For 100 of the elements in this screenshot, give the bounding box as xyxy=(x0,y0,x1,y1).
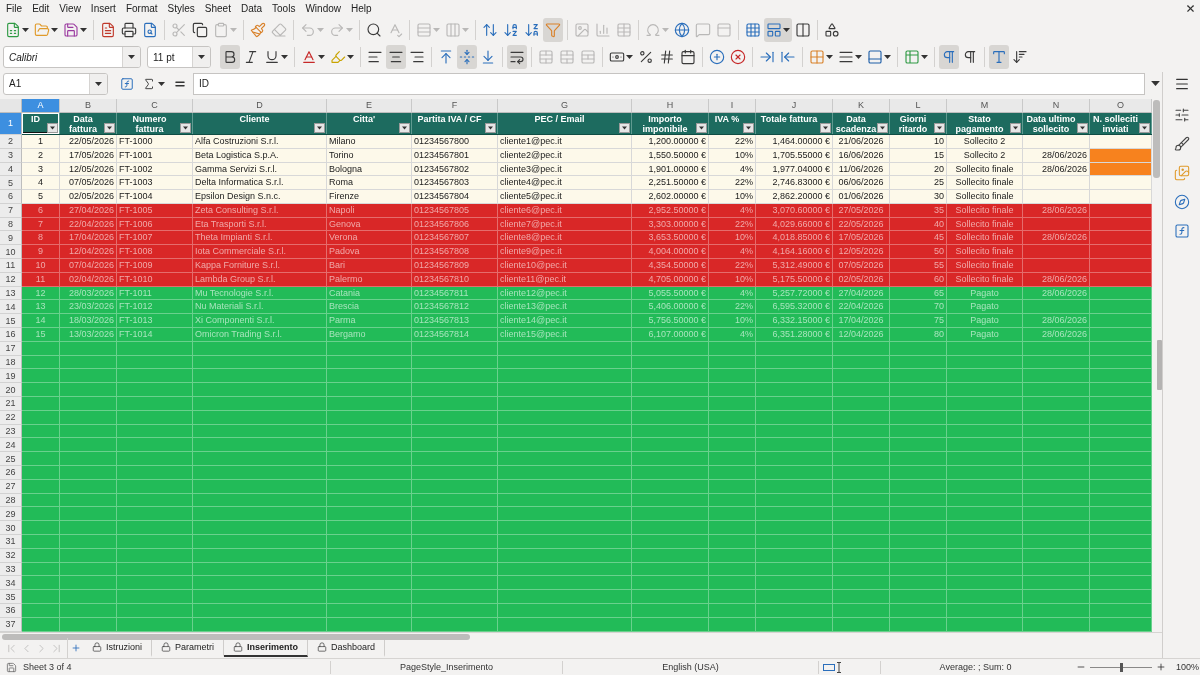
function-icon[interactable] xyxy=(1173,222,1190,239)
zoom-in-icon[interactable] xyxy=(1156,662,1166,672)
filter-dropdown-icon[interactable] xyxy=(104,122,115,133)
function-icon[interactable] xyxy=(120,76,134,91)
row-header[interactable]: 30 xyxy=(0,521,22,535)
toolbar-button[interactable] xyxy=(386,45,406,70)
table-cell: 4,018.85000 € xyxy=(756,231,833,245)
filter-dropdown-icon[interactable] xyxy=(485,122,496,133)
row-header[interactable]: 15 xyxy=(0,314,22,329)
menu-item[interactable]: Insert xyxy=(85,0,121,17)
slider-thumb[interactable] xyxy=(1120,662,1123,672)
row-header[interactable]: 36 xyxy=(0,604,22,618)
menu-item[interactable]: Help xyxy=(346,0,377,17)
sheet-tab[interactable]: Istruzioni xyxy=(83,639,152,657)
row-header[interactable]: 21 xyxy=(0,397,22,411)
brush-icon[interactable] xyxy=(1173,135,1190,152)
row-header[interactable]: 20 xyxy=(0,383,22,398)
caret-icon xyxy=(128,55,135,60)
formula-field[interactable]: ID xyxy=(193,72,1145,95)
save-icon[interactable] xyxy=(6,661,17,673)
sum-icon[interactable] xyxy=(142,76,156,91)
column-header[interactable]: M xyxy=(947,98,1023,113)
menu-item[interactable]: Format xyxy=(120,0,163,17)
toolbar-button[interactable] xyxy=(220,45,240,70)
filter-dropdown-icon[interactable] xyxy=(180,122,191,133)
column-header[interactable]: N xyxy=(1023,98,1090,113)
filter-dropdown-icon[interactable] xyxy=(696,122,707,133)
filter-dropdown-icon[interactable] xyxy=(47,122,58,133)
sheet-tab[interactable]: Dashboard xyxy=(308,639,386,657)
menu-item[interactable]: Data xyxy=(235,0,268,17)
filter-dropdown-icon[interactable] xyxy=(1077,122,1088,133)
text-icon xyxy=(991,49,1007,66)
column-header[interactable]: F xyxy=(412,98,498,113)
row-header[interactable]: 14 xyxy=(0,300,22,315)
dropdown-button[interactable] xyxy=(89,73,107,94)
dropdown-button[interactable] xyxy=(122,47,140,68)
menu-item[interactable]: View xyxy=(54,0,86,17)
column-header[interactable]: O xyxy=(1090,98,1152,113)
filter-dropdown-icon[interactable] xyxy=(314,122,325,133)
row-header[interactable]: 11 xyxy=(0,259,22,273)
table-cell: 16/06/2026 xyxy=(833,148,890,162)
row-header[interactable]: 31 xyxy=(0,535,22,549)
column-header[interactable]: H xyxy=(632,98,709,113)
caret-icon[interactable] xyxy=(1151,81,1160,87)
row-header[interactable]: 34 xyxy=(0,576,22,591)
filter-dropdown-icon[interactable] xyxy=(1139,122,1150,133)
font-size-field[interactable]: 11 pt xyxy=(147,46,211,69)
row-header[interactable]: 26 xyxy=(0,466,22,480)
row-header[interactable]: 10 xyxy=(0,245,22,260)
toolbar-button[interactable] xyxy=(939,45,959,70)
column-header[interactable]: K xyxy=(833,98,890,113)
scrollbar-thumb[interactable] xyxy=(2,633,470,640)
menu-item[interactable]: Tools xyxy=(267,0,301,17)
column-header[interactable]: D xyxy=(193,98,327,113)
filter-dropdown-icon[interactable] xyxy=(619,122,630,133)
menu-item[interactable]: Sheet xyxy=(199,0,236,17)
row-header[interactable]: 29 xyxy=(0,507,22,522)
column-header[interactable]: B xyxy=(60,98,117,113)
scrollbar-thumb[interactable] xyxy=(1153,99,1160,178)
filter-dropdown-icon[interactable] xyxy=(743,122,754,133)
table-cell: 2,602.00000 € xyxy=(632,190,709,203)
filter-dropdown-icon[interactable] xyxy=(399,122,410,133)
filter-dropdown-icon[interactable] xyxy=(934,122,945,133)
search-icon xyxy=(366,22,382,39)
compass-icon[interactable] xyxy=(1173,193,1190,210)
filter-dropdown-icon[interactable] xyxy=(1010,122,1021,133)
font-name-field[interactable]: Calibri xyxy=(3,46,141,69)
row-header[interactable]: 25 xyxy=(0,452,22,467)
filter-dropdown-icon[interactable] xyxy=(820,122,831,133)
sheet-tab[interactable]: Parametri xyxy=(152,639,225,657)
row-header[interactable]: 6 xyxy=(0,190,22,204)
sidebar-handle[interactable] xyxy=(1157,339,1162,390)
menu-item[interactable]: Edit xyxy=(27,0,55,17)
lock-icon xyxy=(317,642,328,653)
column-header[interactable]: C xyxy=(117,98,193,113)
sliders-icon[interactable] xyxy=(1173,106,1190,123)
menu-item[interactable]: File xyxy=(1,0,28,17)
toolbar-button[interactable] xyxy=(989,45,1009,70)
row-header[interactable]: 9 xyxy=(0,231,22,246)
column-header[interactable]: E xyxy=(327,98,412,113)
dropdown-button[interactable] xyxy=(192,47,210,68)
row-header[interactable]: 24 xyxy=(0,438,22,453)
row-header[interactable]: 16 xyxy=(0,328,22,342)
row-header[interactable]: 35 xyxy=(0,590,22,604)
column-header[interactable]: I xyxy=(709,98,756,113)
sheet-tab[interactable]: Inserimento xyxy=(224,639,309,657)
column-header[interactable]: G xyxy=(498,98,632,113)
row-header[interactable]: 19 xyxy=(0,369,22,384)
selection-mode-icon[interactable] xyxy=(823,661,843,673)
column-header[interactable]: J xyxy=(756,98,833,113)
toolbar-button[interactable] xyxy=(507,45,527,70)
menu-item[interactable]: Styles xyxy=(162,0,200,17)
menu-item[interactable]: Window xyxy=(300,0,346,17)
filter-dropdown-icon[interactable] xyxy=(877,122,888,133)
plus-icon[interactable] xyxy=(71,643,81,654)
row-header[interactable]: 5 xyxy=(0,176,22,191)
column-header[interactable]: L xyxy=(890,98,947,113)
cell-reference-field[interactable]: A1 xyxy=(3,72,108,95)
toolbar-button[interactable] xyxy=(764,18,792,43)
close-icon[interactable] xyxy=(1185,3,1196,14)
